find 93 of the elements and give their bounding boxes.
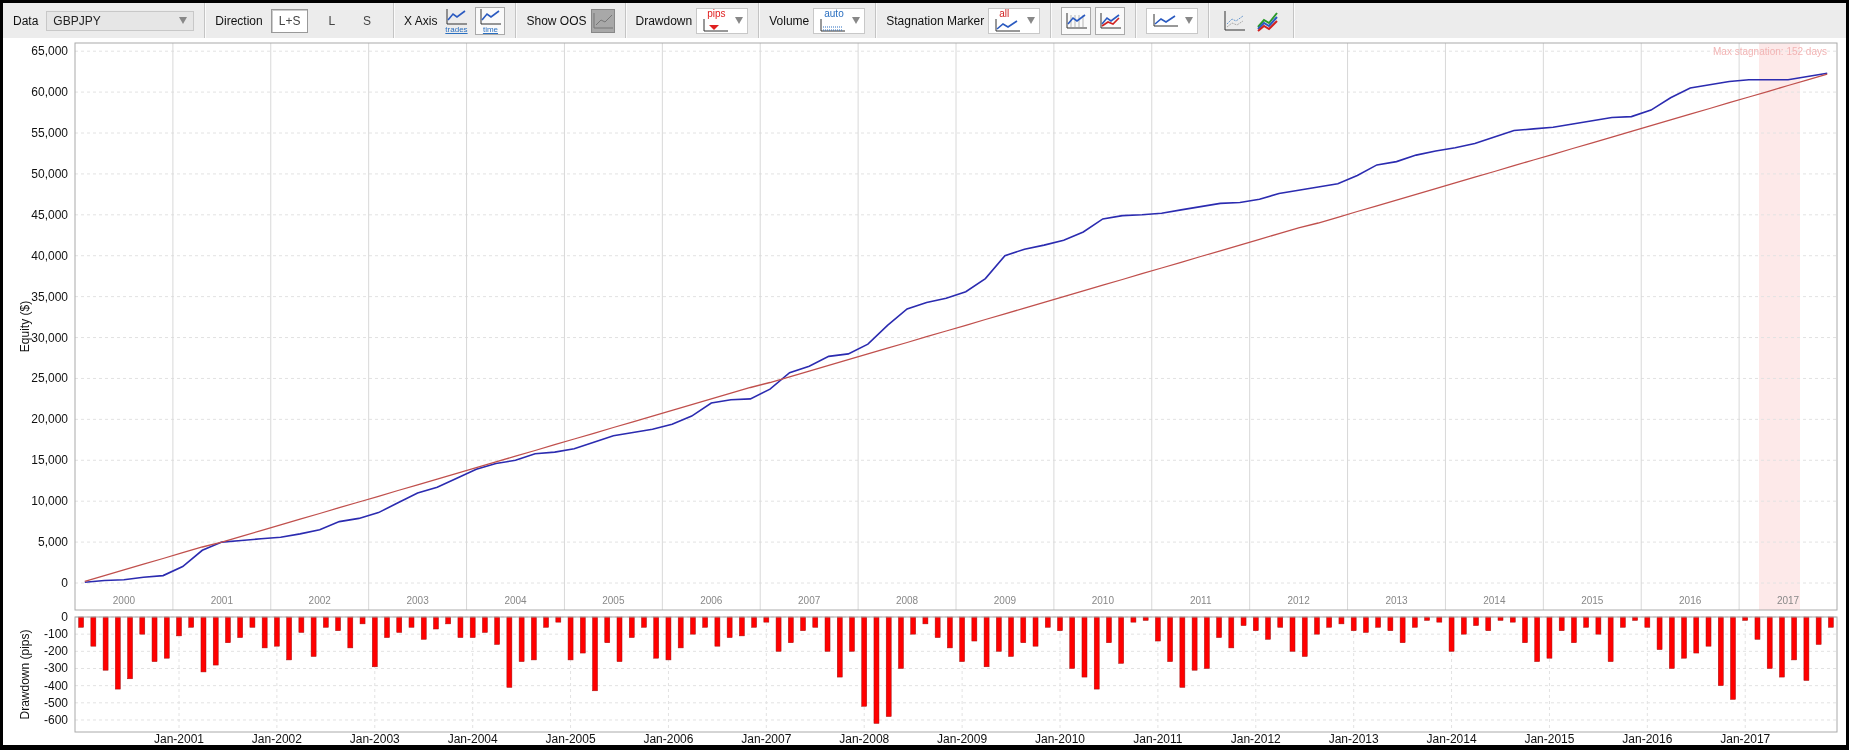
axis-tick-label: Jan-2002: [251, 732, 302, 745]
axis-tick-label: Jan-2011: [1133, 732, 1183, 745]
chart-option-dropdown[interactable]: all: [988, 7, 1041, 34]
year-label: 2014: [1483, 595, 1506, 606]
axis-tick-label: 5,000: [37, 535, 68, 550]
line-chart-icon: [444, 7, 469, 26]
axis-tick-label: Jan-2017: [1720, 732, 1771, 745]
chart-toggle-button[interactable]: time: [475, 6, 506, 35]
scatter-chart-icon: [1222, 9, 1247, 32]
axis-tick-label: 50,000: [31, 166, 68, 181]
caret-icon: [1027, 17, 1036, 24]
year-label: 2006: [700, 595, 723, 606]
axis-tick-label: -300: [43, 661, 68, 676]
chart-option-dropdown[interactable]: auto: [813, 7, 866, 34]
caret-icon: [1185, 17, 1194, 24]
toolbar-label: Stagnation Marker: [886, 13, 985, 28]
line-chart-icon: [1098, 11, 1123, 30]
chart-toggle-button[interactable]: [1095, 6, 1126, 35]
year-label: 2005: [602, 595, 625, 606]
line-chart-icon: [1064, 11, 1089, 30]
axis-tick-label: 0: [61, 611, 68, 624]
axis-tick-label: -600: [43, 713, 68, 727]
year-label: 2013: [1385, 595, 1408, 606]
year-label: 2010: [1091, 595, 1114, 606]
axis-tick-label: Jan-2009: [937, 732, 988, 745]
toolbar-label: X Axis: [404, 13, 438, 28]
year-label: 2007: [798, 595, 821, 606]
axis-tick-label: Jan-2007: [741, 732, 792, 745]
axis-tick-label: -200: [43, 644, 68, 659]
symbol-dropdown[interactable]: GBPJPY: [46, 10, 195, 31]
chart-toggle-button[interactable]: [1061, 6, 1092, 35]
toolbar-label: Data: [13, 13, 39, 28]
direction-option[interactable]: L: [320, 8, 344, 33]
axis-tick-label: 15,000: [31, 453, 68, 468]
axis-tick-label: 45,000: [31, 207, 68, 222]
year-label: 2011: [1189, 595, 1212, 606]
axis-tick-label: Jan-2004: [447, 732, 498, 745]
caret-icon: [179, 17, 188, 24]
axis-title: Drawdown (pips): [18, 629, 32, 720]
chart-axes-icon: [701, 18, 730, 33]
axis-tick-label: 40,000: [31, 248, 68, 263]
axis-tick-label: 35,000: [31, 289, 68, 304]
axis-tick-label: Jan-2015: [1524, 732, 1575, 745]
toolbar-label: Direction: [215, 13, 263, 28]
axis-tick-label: 0: [61, 576, 68, 590]
chart-axes-icon: [993, 18, 1022, 33]
year-label: 2016: [1679, 595, 1702, 606]
direction-option[interactable]: L+S: [270, 8, 309, 33]
caret-icon: [852, 17, 861, 24]
axis-tick-label: Jan-2016: [1622, 732, 1673, 745]
axis-title: Equity ($): [18, 300, 32, 353]
year-label: 2004: [504, 595, 527, 606]
year-label: 2008: [895, 595, 919, 606]
caret-icon: [735, 17, 744, 24]
chart-toggle-button[interactable]: trades: [441, 6, 472, 35]
axis-tick-label: Jan-2003: [349, 732, 400, 745]
line-chart-icon: [478, 7, 503, 26]
line-chart-icon: [591, 11, 614, 30]
axis-tick-label: Jan-2014: [1426, 732, 1477, 745]
axis-tick-label: 60,000: [31, 85, 68, 100]
axis-tick-label: 30,000: [31, 330, 68, 345]
year-label: 2002: [308, 595, 331, 606]
axis-tick-label: Jan-2001: [154, 732, 205, 745]
chart-axes-icon: [818, 18, 847, 33]
chart-axes-icon: [1151, 13, 1180, 28]
toolbar-label: Volume: [769, 13, 810, 28]
axis-tick-label: -100: [43, 627, 68, 642]
axis-tick-label: -400: [43, 678, 68, 693]
year-label: 2012: [1287, 595, 1310, 606]
axis-tick-label: 20,000: [31, 412, 68, 427]
year-label: 2000: [112, 595, 136, 606]
toolbar-label: Show OOS: [526, 13, 587, 28]
axis-tick-label: Jan-2013: [1328, 732, 1379, 745]
year-label: 2009: [993, 595, 1017, 606]
direction-option[interactable]: S: [355, 8, 380, 33]
axis-tick-label: Jan-2010: [1035, 732, 1086, 745]
chart-option-dropdown[interactable]: [1146, 7, 1199, 34]
toolbar-label: Drawdown: [635, 13, 693, 28]
year-label: 2001: [210, 595, 233, 606]
year-label: 2017: [1776, 595, 1800, 606]
axis-tick-label: -500: [43, 695, 68, 710]
axis-tick-label: Jan-2012: [1230, 732, 1281, 745]
axis-tick-label: 65,000: [31, 44, 68, 59]
chart-option-dropdown[interactable]: pips: [696, 7, 749, 34]
axis-tick-label: 10,000: [31, 494, 68, 509]
axis-tick-label: Jan-2006: [643, 732, 694, 745]
year-label: 2003: [406, 595, 429, 606]
axis-tick-label: Jan-2008: [839, 732, 890, 745]
axis-tick-label: 25,000: [31, 371, 68, 386]
stagnation-label: Max stagnation: 152 days: [1713, 46, 1827, 57]
axis-tick-label: Jan-2005: [545, 732, 596, 745]
axis-tick-label: 55,000: [31, 126, 68, 140]
year-label: 2015: [1581, 595, 1604, 606]
